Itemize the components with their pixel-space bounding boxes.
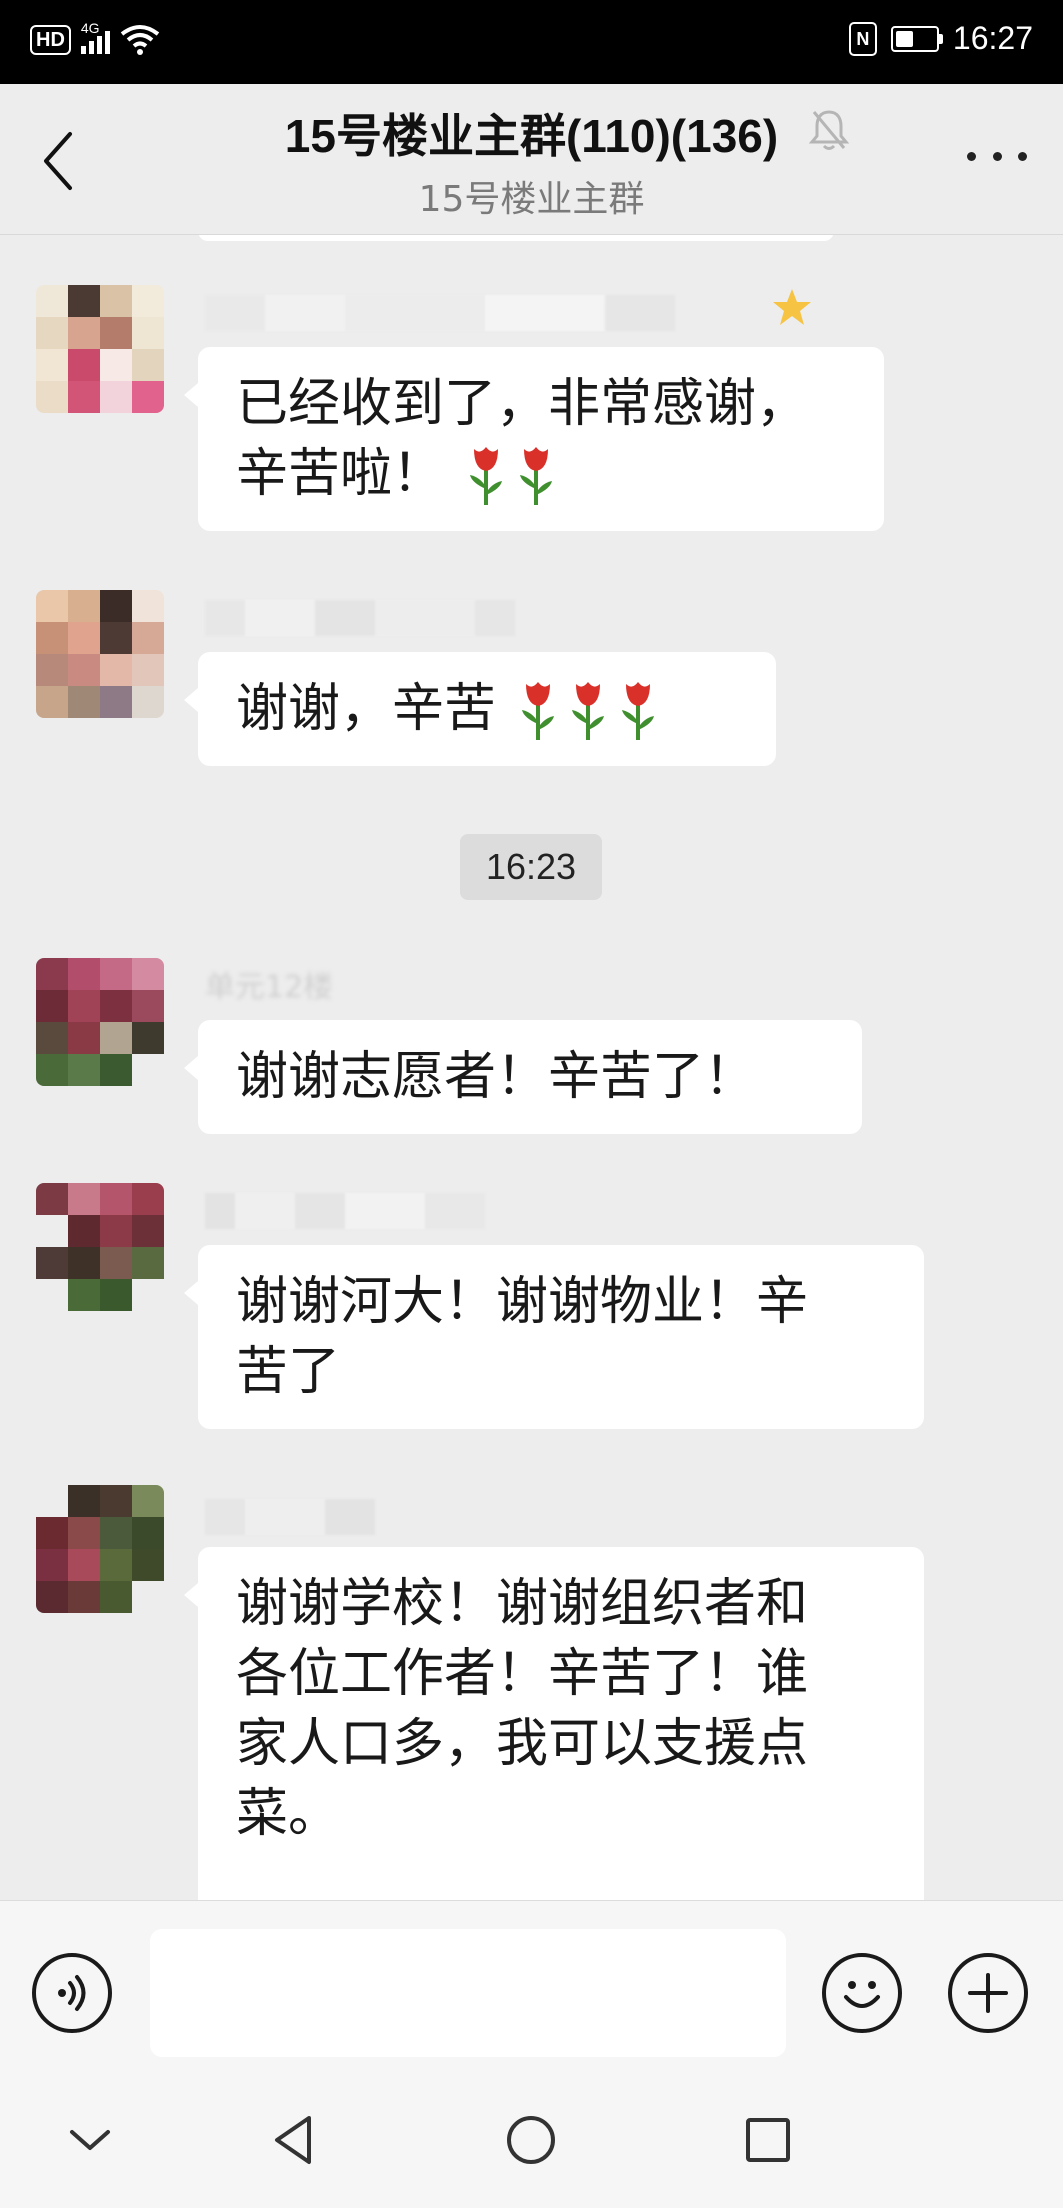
sender-name: 单元12楼 (205, 970, 334, 1005)
avatar[interactable] (36, 1183, 164, 1311)
message-text-line: 谢谢，辛苦 (236, 679, 497, 739)
avatar[interactable] (36, 285, 164, 413)
message-text-line: 已经收到了，非常感谢， (236, 374, 809, 434)
message-text-line: 家人口多，我可以支援点 (236, 1714, 809, 1774)
nav-home-button[interactable] (501, 2110, 561, 2170)
time-divider: 16:23 (460, 834, 602, 900)
emoji-icon (844, 1981, 880, 2008)
sender-name (205, 295, 675, 331)
clock: 16:27 (952, 20, 1033, 56)
message-text-line: 菜。 (236, 1784, 341, 1844)
bell-off-icon (808, 110, 850, 150)
rose-icon (622, 682, 655, 740)
plus-icon (968, 1973, 1008, 2013)
sender-name (205, 1193, 485, 1229)
input-bar (0, 1900, 1063, 2061)
message-text-line: 各位工作者！辛苦了！谁 (236, 1644, 809, 1704)
message-bubble[interactable]: 谢谢，辛苦 (184, 652, 776, 766)
rose-icon (520, 447, 553, 505)
message-text-line: 苦了 (236, 1342, 341, 1402)
battery-level (895, 30, 913, 47)
status-left: HD 4G (30, 20, 160, 56)
rose-emoji-group (516, 679, 666, 740)
network-type: 4G (80, 20, 100, 36)
avatar[interactable] (36, 590, 164, 718)
message-text-line: 辛苦啦！ (236, 444, 445, 504)
square-recents-icon (746, 2118, 790, 2162)
message-bubble[interactable]: 谢谢河大！谢谢物业！辛 苦了 (184, 1245, 924, 1429)
message-bubble[interactable]: 已经收到了，非常感谢， 辛苦啦！ (184, 347, 884, 531)
battery-icon (890, 25, 943, 52)
voice-button[interactable] (32, 1953, 112, 2033)
chat-subtitle: 15号楼业主群 (418, 179, 645, 220)
signal-icon: 4G (80, 20, 110, 54)
more-options-button[interactable] (967, 152, 1027, 172)
partial-message-bubble (198, 235, 834, 241)
status-bar: HD 4G N 16:27 (0, 0, 1063, 84)
nav-recents-button[interactable] (738, 2110, 798, 2170)
circle-home-icon (507, 2116, 555, 2164)
chat-header: 15号楼业主群(110)(136) 15号楼业主群 (0, 84, 1063, 235)
message-bubble[interactable]: 谢谢学校！谢谢组织者和 各位工作者！辛苦了！谁 家人口多，我可以支援点 菜。 (184, 1547, 924, 1900)
message-text-line: 谢谢学校！谢谢组织者和 (236, 1574, 809, 1634)
chat-area[interactable]: 已经收到了，非常感谢， 辛苦啦！ 谢谢，辛苦 16:23 单元12楼 谢谢志愿者… (0, 235, 1063, 1900)
collapse-nav-button[interactable] (60, 2110, 120, 2170)
wifi-icon (120, 25, 160, 55)
nav-back-button[interactable] (265, 2110, 325, 2170)
more-dots-icon (967, 152, 976, 161)
rose-icon (470, 447, 503, 505)
message-text-line: 谢谢志愿者！辛苦了！ (236, 1047, 757, 1107)
rose-icon (572, 682, 605, 740)
rose-emoji-group (464, 444, 564, 505)
avatar[interactable] (36, 958, 164, 1086)
nfc-icon: N (848, 21, 877, 56)
avatar[interactable] (36, 1485, 164, 1613)
plus-button[interactable] (948, 1953, 1028, 2033)
emoji-button[interactable] (822, 1953, 902, 2033)
title-row: 15号楼业主群(110)(136) (0, 100, 1063, 166)
star-icon (773, 289, 811, 325)
message-text-line: 谢谢河大！谢谢物业！辛 (236, 1272, 809, 1332)
system-nav-bar (0, 2060, 1063, 2208)
chevron-down-icon (70, 2130, 110, 2150)
sender-name (205, 600, 515, 636)
status-right: N 16:27 (848, 20, 1033, 57)
triangle-back-icon (275, 2116, 311, 2164)
message-bubble[interactable]: 谢谢志愿者！辛苦了！ (184, 1020, 862, 1134)
chat-title[interactable]: 15号楼业主群(110)(136) (285, 110, 778, 162)
voice-icon (58, 1975, 86, 2011)
sender-name (205, 1499, 375, 1535)
message-input[interactable] (150, 1929, 786, 2057)
rose-icon (522, 682, 555, 740)
hd-badge: HD (30, 25, 71, 55)
